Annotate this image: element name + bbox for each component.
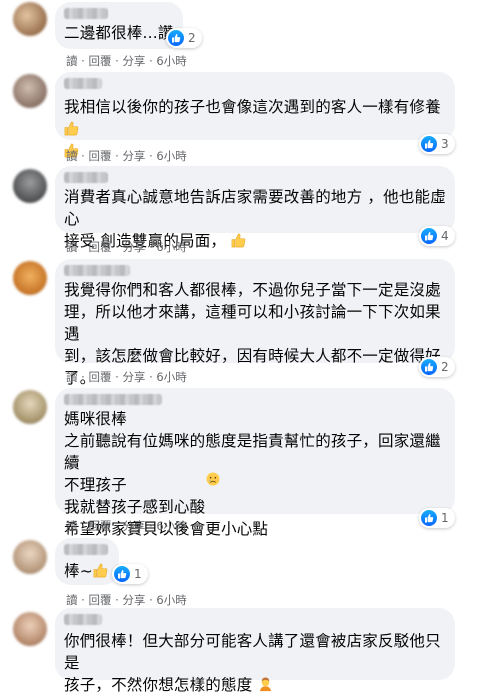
reaction-count: 1 — [134, 567, 142, 581]
author-name[interactable] — [64, 544, 108, 555]
thumbs-up-emoji — [64, 121, 79, 136]
read-link[interactable]: 讀 — [66, 240, 78, 254]
reaction-count: 1 — [441, 511, 449, 525]
avatar[interactable] — [13, 74, 47, 108]
reaction-count: 4 — [441, 229, 449, 243]
comment-bubble: 消費者真心誠意地告訴店家需要改善的地方 ，他也能虛心 接受 創造雙贏的局面， 4 — [55, 166, 455, 250]
author-name[interactable] — [64, 78, 102, 89]
read-link[interactable]: 讀 — [66, 54, 78, 68]
avatar[interactable] — [13, 169, 47, 203]
author-name[interactable] — [64, 8, 108, 19]
read-link[interactable]: 讀 — [66, 370, 78, 384]
avatar[interactable] — [13, 2, 47, 36]
reaction-count: 2 — [441, 360, 449, 374]
timestamp[interactable]: 6小時 — [156, 240, 186, 254]
share-link[interactable]: 分享 — [122, 519, 145, 533]
like-icon — [421, 359, 437, 375]
reply-link[interactable]: 回覆 — [88, 519, 111, 533]
comment-bubble: 我相信以後你的孩子也會像這次遇到的客人一樣有修養 3 — [55, 72, 455, 158]
comment-actions: 讀 · 回覆 · 分享 · 6小時 — [66, 149, 187, 163]
comment-bubble: 二邊都很棒...讚 2 — [55, 2, 202, 49]
reaction-badge[interactable]: 2 — [166, 28, 202, 48]
comment-actions: 讀 · 回覆 · 分享 · 6小時 — [66, 370, 187, 384]
reply-link[interactable]: 回覆 — [88, 54, 111, 68]
author-name[interactable] — [64, 394, 162, 405]
comment-bubble: 你們很棒！但大部分可能客人講了還會被店家反駁他只是 孩子，不然你想怎樣的態度 — [55, 608, 455, 694]
timestamp[interactable]: 6小時 — [156, 149, 186, 163]
thumbs-up-emoji — [93, 563, 108, 578]
comment-actions: 讀 · 回覆 · 分享 · 6小時 — [66, 54, 187, 68]
comment-text-content: 我相信以後你的孩子也會像這次遇到的客人一樣有修養 — [64, 98, 441, 116]
comment-text-content: 你們很棒！但大部分可能客人講了還會被店家反駁他只是 孩子，不然你想怎樣的態度 — [64, 632, 441, 694]
share-link[interactable]: 分享 — [122, 240, 145, 254]
share-link[interactable]: 分享 — [122, 54, 145, 68]
crying-emoji — [206, 472, 220, 486]
share-link[interactable]: 分享 — [122, 593, 145, 607]
share-link[interactable]: 分享 — [122, 370, 145, 384]
reaction-count: 2 — [188, 31, 196, 45]
comment-text-content: 棒~ — [64, 562, 93, 580]
comment-bubble: 我覺得你們和客人都很棒，不過你兒子當下一定是沒處 理，所以他才來講，這種可以和小… — [55, 259, 455, 387]
reaction-badge[interactable]: 2 — [419, 357, 455, 377]
timestamp[interactable]: 6小時 — [156, 54, 186, 68]
avatar[interactable] — [13, 390, 47, 424]
read-link[interactable]: 讀 — [66, 519, 78, 533]
comment-actions: 讀 · 回覆 · 分享 · 6小時 — [66, 240, 187, 254]
comment-text: 二邊都很棒...讚 — [64, 24, 174, 42]
reaction-badge[interactable]: 1 — [419, 508, 455, 528]
reaction-badge[interactable]: 1 — [112, 564, 148, 584]
timestamp[interactable]: 6小時 — [156, 370, 186, 384]
reaction-count: 3 — [441, 137, 449, 151]
like-icon — [168, 30, 184, 46]
comment-actions: 讀 · 回覆 · 分享 · 6小時 — [66, 593, 187, 607]
reply-link[interactable]: 回覆 — [88, 240, 111, 254]
reply-link[interactable]: 回覆 — [88, 593, 111, 607]
avatar[interactable] — [13, 612, 47, 646]
comment-bubble: 棒~ 1 — [55, 538, 148, 585]
reaction-badge[interactable]: 3 — [419, 134, 455, 154]
person-gesture-emoji — [259, 677, 271, 692]
like-icon — [421, 228, 437, 244]
read-link[interactable]: 讀 — [66, 149, 78, 163]
read-link[interactable]: 讀 — [66, 593, 78, 607]
like-icon — [114, 566, 130, 582]
avatar[interactable] — [13, 261, 47, 295]
author-name[interactable] — [64, 172, 108, 183]
comment-bubble: 媽咪很棒 之前聽說有位媽咪的態度是指責幫忙的孩子，回家還繼續 不理孩子 我就替孩… — [55, 388, 455, 538]
like-icon — [421, 510, 437, 526]
author-name[interactable] — [64, 265, 130, 276]
timestamp[interactable]: 6小時 — [156, 593, 186, 607]
timestamp[interactable]: 6小時 — [156, 519, 186, 533]
comment-text: 棒~ — [64, 560, 108, 582]
like-icon — [421, 136, 437, 152]
comment-text: 你們很棒！但大部分可能客人講了還會被店家反駁他只是 孩子，不然你想怎樣的態度 — [64, 630, 455, 696]
comment-actions: 讀 · 回覆 · 分享 · 6小時 — [66, 519, 187, 533]
reply-link[interactable]: 回覆 — [88, 149, 111, 163]
thumbs-up-emoji — [231, 233, 246, 248]
author-name[interactable] — [64, 614, 102, 625]
reaction-badge[interactable]: 4 — [419, 226, 455, 246]
reply-link[interactable]: 回覆 — [88, 370, 111, 384]
share-link[interactable]: 分享 — [122, 149, 145, 163]
avatar[interactable] — [13, 540, 47, 574]
